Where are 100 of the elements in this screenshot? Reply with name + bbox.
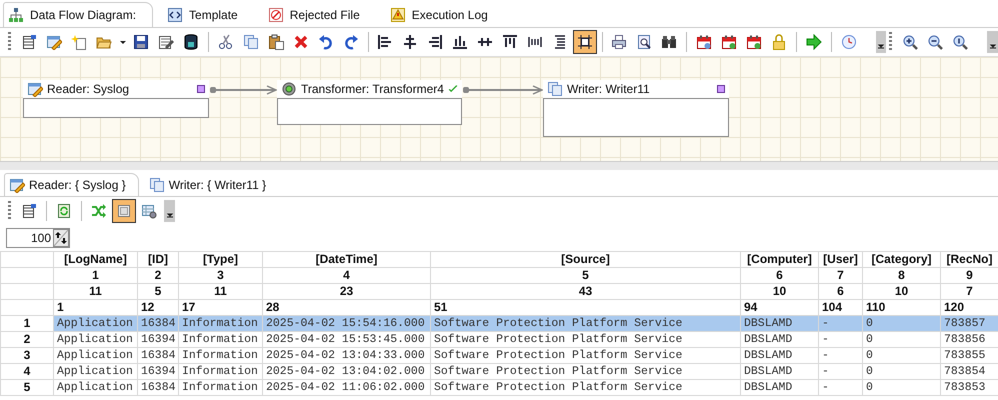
row-number[interactable]: 3 bbox=[0, 348, 54, 364]
column-length: 23 bbox=[262, 284, 430, 300]
table-cell: Application bbox=[54, 332, 138, 348]
tab[interactable]: Execution Log bbox=[386, 3, 504, 27]
column-header[interactable]: [LogName] bbox=[54, 252, 138, 268]
caret-icon bbox=[988, 42, 997, 50]
calendar-icon bbox=[746, 34, 762, 50]
column-header[interactable]: [Type] bbox=[178, 252, 262, 268]
refresh-icon bbox=[56, 203, 72, 219]
shuffle-icon bbox=[91, 203, 107, 219]
save-icon bbox=[133, 34, 150, 50]
table-cell: - bbox=[818, 332, 862, 348]
paste-icon bbox=[268, 34, 284, 50]
column-ordinal: 2 bbox=[138, 268, 178, 284]
port-icon[interactable] bbox=[717, 85, 725, 93]
tab[interactable]: Reader: { Syslog } bbox=[4, 173, 139, 196]
toolbar-grip[interactable] bbox=[8, 201, 11, 221]
toolbar-button[interactable] bbox=[112, 199, 136, 223]
scissors-icon bbox=[218, 34, 234, 50]
row-number[interactable]: 4 bbox=[0, 364, 54, 380]
align-bottom-icon bbox=[452, 34, 468, 50]
row-number[interactable]: 5 bbox=[0, 380, 54, 396]
redo-icon bbox=[342, 34, 359, 50]
column-header[interactable]: [ID] bbox=[138, 252, 178, 268]
properties-icon bbox=[20, 34, 37, 50]
overflow-button[interactable] bbox=[987, 31, 998, 53]
toolbar-grip[interactable] bbox=[889, 32, 892, 52]
up-down-arrows-icon[interactable] bbox=[53, 229, 69, 247]
lock-icon bbox=[770, 34, 787, 50]
edit-document-icon bbox=[158, 34, 174, 50]
tab[interactable]: Template bbox=[163, 3, 254, 27]
align-top-icon bbox=[502, 34, 518, 50]
table-cell: 2025-04-02 13:04:02.000 bbox=[262, 364, 430, 380]
splitter-handle[interactable] bbox=[0, 161, 998, 170]
space-horizontal-icon bbox=[526, 34, 543, 50]
table-cell: Application bbox=[54, 364, 138, 380]
column-length: 5 bbox=[138, 284, 178, 300]
edit-icon bbox=[9, 177, 25, 193]
column-length: 11 bbox=[54, 284, 138, 300]
table-cell: Application bbox=[54, 316, 138, 332]
column-header[interactable]: [DateTime] bbox=[262, 252, 430, 268]
column-length: 6 bbox=[818, 284, 862, 300]
calendar-icon bbox=[721, 34, 738, 50]
row-limit-spinner[interactable]: 100 bbox=[6, 228, 70, 248]
tab[interactable]: Writer: { Writer11 } bbox=[144, 174, 278, 196]
delete-icon bbox=[292, 34, 309, 50]
table-cell: 783853 bbox=[940, 380, 998, 396]
column-header[interactable]: [User] bbox=[818, 252, 862, 268]
column-ordinal: 7 bbox=[818, 268, 862, 284]
column-header[interactable]: [Computer] bbox=[740, 252, 818, 268]
documents-icon bbox=[148, 177, 165, 193]
toolbar-grip[interactable] bbox=[8, 32, 11, 52]
copy-icon bbox=[243, 34, 259, 50]
table-cell: 783856 bbox=[940, 332, 998, 348]
table-cell: 16384 bbox=[138, 348, 178, 364]
caret-icon bbox=[166, 211, 174, 219]
edit-icon bbox=[27, 81, 43, 97]
table-cell: Software Protection Platform Service bbox=[430, 316, 740, 332]
hierarchy-icon bbox=[8, 7, 24, 23]
fit-selection-icon bbox=[576, 34, 593, 50]
column-header[interactable]: [Source] bbox=[430, 252, 740, 268]
table-cell: Information bbox=[178, 380, 262, 396]
table-cell: Information bbox=[178, 316, 262, 332]
database-icon bbox=[183, 34, 200, 50]
caret-icon[interactable] bbox=[118, 38, 126, 46]
table-cell: Software Protection Platform Service bbox=[430, 332, 740, 348]
table-cell: 2025-04-02 13:04:33.000 bbox=[262, 348, 430, 364]
table-cell: 0 bbox=[862, 364, 940, 380]
column-header[interactable]: [Category] bbox=[862, 252, 940, 268]
zoom-in-icon bbox=[902, 34, 918, 50]
calendar-icon bbox=[696, 34, 712, 50]
table-cell: DBSLAMD bbox=[740, 332, 818, 348]
row-number[interactable]: 2 bbox=[0, 332, 54, 348]
overflow-button[interactable] bbox=[876, 31, 886, 53]
table-cell: DBSLAMD bbox=[740, 348, 818, 364]
column-ordinal: 8 bbox=[862, 268, 940, 284]
table-cell: 16384 bbox=[138, 316, 178, 332]
table-cell: Software Protection Platform Service bbox=[430, 364, 740, 380]
table-cell: 16384 bbox=[138, 380, 178, 396]
table-cell: Information bbox=[178, 348, 262, 364]
overflow-button[interactable] bbox=[164, 200, 175, 222]
row-number[interactable]: 1 bbox=[0, 316, 54, 332]
toolbar-button[interactable] bbox=[572, 30, 597, 54]
column-length: 43 bbox=[430, 284, 740, 300]
table-cell: Information bbox=[178, 332, 262, 348]
zoom-reset-icon bbox=[952, 34, 968, 50]
table-cell: 0 bbox=[862, 380, 940, 396]
port-icon[interactable] bbox=[197, 85, 205, 93]
table-cell: Software Protection Platform Service bbox=[430, 348, 740, 364]
table-cell: 783857 bbox=[940, 316, 998, 332]
node-title: Reader: Syslog bbox=[47, 82, 130, 96]
tab[interactable]: Data Flow Diagram: bbox=[3, 2, 154, 27]
tab[interactable]: Rejected File bbox=[264, 3, 376, 27]
column-header[interactable]: [RecNo] bbox=[940, 252, 998, 268]
table-cell: 0 bbox=[862, 332, 940, 348]
table-cell: Information bbox=[178, 364, 262, 380]
align-right-icon bbox=[427, 34, 444, 50]
table-cell: - bbox=[818, 348, 862, 364]
table-cell: 2025-04-02 15:54:16.000 bbox=[262, 316, 430, 332]
table-cell: 0 bbox=[862, 316, 940, 332]
